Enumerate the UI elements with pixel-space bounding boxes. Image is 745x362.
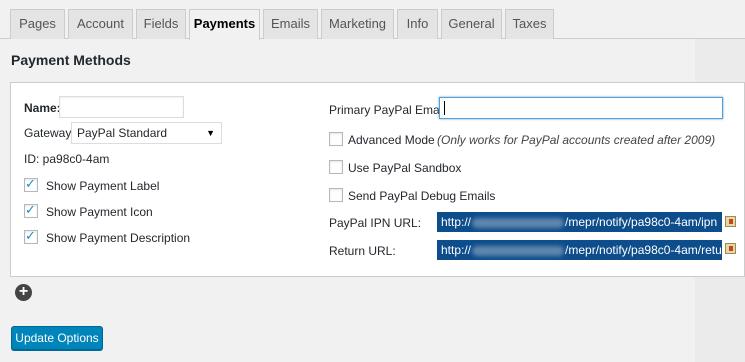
ipn-url-label: PayPal IPN URL: (329, 216, 422, 230)
gateway-id: ID: pa98c0-4am (24, 152, 110, 166)
name-input[interactable] (59, 96, 184, 118)
section-title: Payment Methods (11, 52, 131, 68)
advanced-mode-checkbox[interactable] (329, 132, 343, 146)
tab-marketing[interactable]: Marketing (321, 9, 394, 39)
debug-emails-label: Send PayPal Debug Emails (348, 189, 496, 203)
tab-fields[interactable]: Fields (136, 9, 186, 39)
add-payment-method-icon[interactable]: + (15, 284, 32, 301)
show-payment-icon-text: Show Payment Icon (46, 205, 153, 219)
ipn-url-field[interactable]: http:// /mepr/notify/pa98c0-4am/ipn (437, 212, 722, 232)
tab-general[interactable]: General (441, 9, 502, 39)
ipn-url-path: /mepr/notify/pa98c0-4am/ipn (565, 215, 718, 229)
return-url-field[interactable]: http:// /mepr/notify/pa98c0-4am/return (437, 240, 722, 260)
return-url-path: /mepr/notify/pa98c0-4am/return (565, 243, 722, 257)
tab-info[interactable]: Info (397, 9, 438, 39)
text-cursor (444, 101, 445, 115)
tab-account[interactable]: Account (68, 9, 133, 39)
settings-tabs: Pages Account Fields Payments Emails Mar… (0, 0, 745, 40)
copy-icon[interactable] (725, 216, 736, 227)
name-label: Name: (24, 101, 61, 115)
tab-emails[interactable]: Emails (263, 9, 318, 39)
show-payment-icon-checkbox[interactable]: ✓ (24, 202, 38, 218)
checkmark-icon: ✓ (25, 228, 36, 243)
tab-pages[interactable]: Pages (10, 9, 65, 39)
debug-emails-checkbox[interactable] (329, 188, 343, 202)
return-url-prefix: http:// (441, 243, 472, 257)
gateway-select[interactable]: PayPal Standard ▼ (71, 122, 222, 144)
show-payment-description-text: Show Payment Description (46, 231, 191, 245)
chevron-down-icon: ▼ (206, 128, 215, 138)
tab-taxes[interactable]: Taxes (505, 9, 554, 39)
checkmark-icon: ✓ (25, 176, 36, 191)
primary-email-label: Primary PayPal Email*: (329, 103, 454, 117)
advanced-mode-hint: (Only works for PayPal accounts created … (437, 133, 716, 147)
redacted-host (472, 245, 565, 256)
show-payment-description-checkbox[interactable]: ✓ (24, 228, 38, 244)
gateway-label: Gateway: (24, 126, 75, 140)
return-url-label: Return URL: (329, 244, 396, 258)
use-sandbox-checkbox[interactable] (329, 160, 343, 174)
advanced-mode-label: Advanced Mode (348, 133, 435, 147)
copy-icon[interactable] (725, 243, 736, 254)
ipn-url-prefix: http:// (441, 215, 472, 229)
show-payment-label-text: Show Payment Label (46, 179, 160, 193)
gateway-selected-value: PayPal Standard (77, 126, 168, 140)
show-payment-label-checkbox[interactable]: ✓ (24, 176, 38, 192)
update-options-button[interactable]: Update Options (11, 326, 103, 350)
redacted-host (472, 217, 565, 228)
checkmark-icon: ✓ (25, 202, 36, 217)
use-sandbox-label: Use PayPal Sandbox (348, 161, 462, 175)
tab-payments[interactable]: Payments (189, 9, 260, 40)
primary-email-input[interactable] (439, 97, 723, 119)
